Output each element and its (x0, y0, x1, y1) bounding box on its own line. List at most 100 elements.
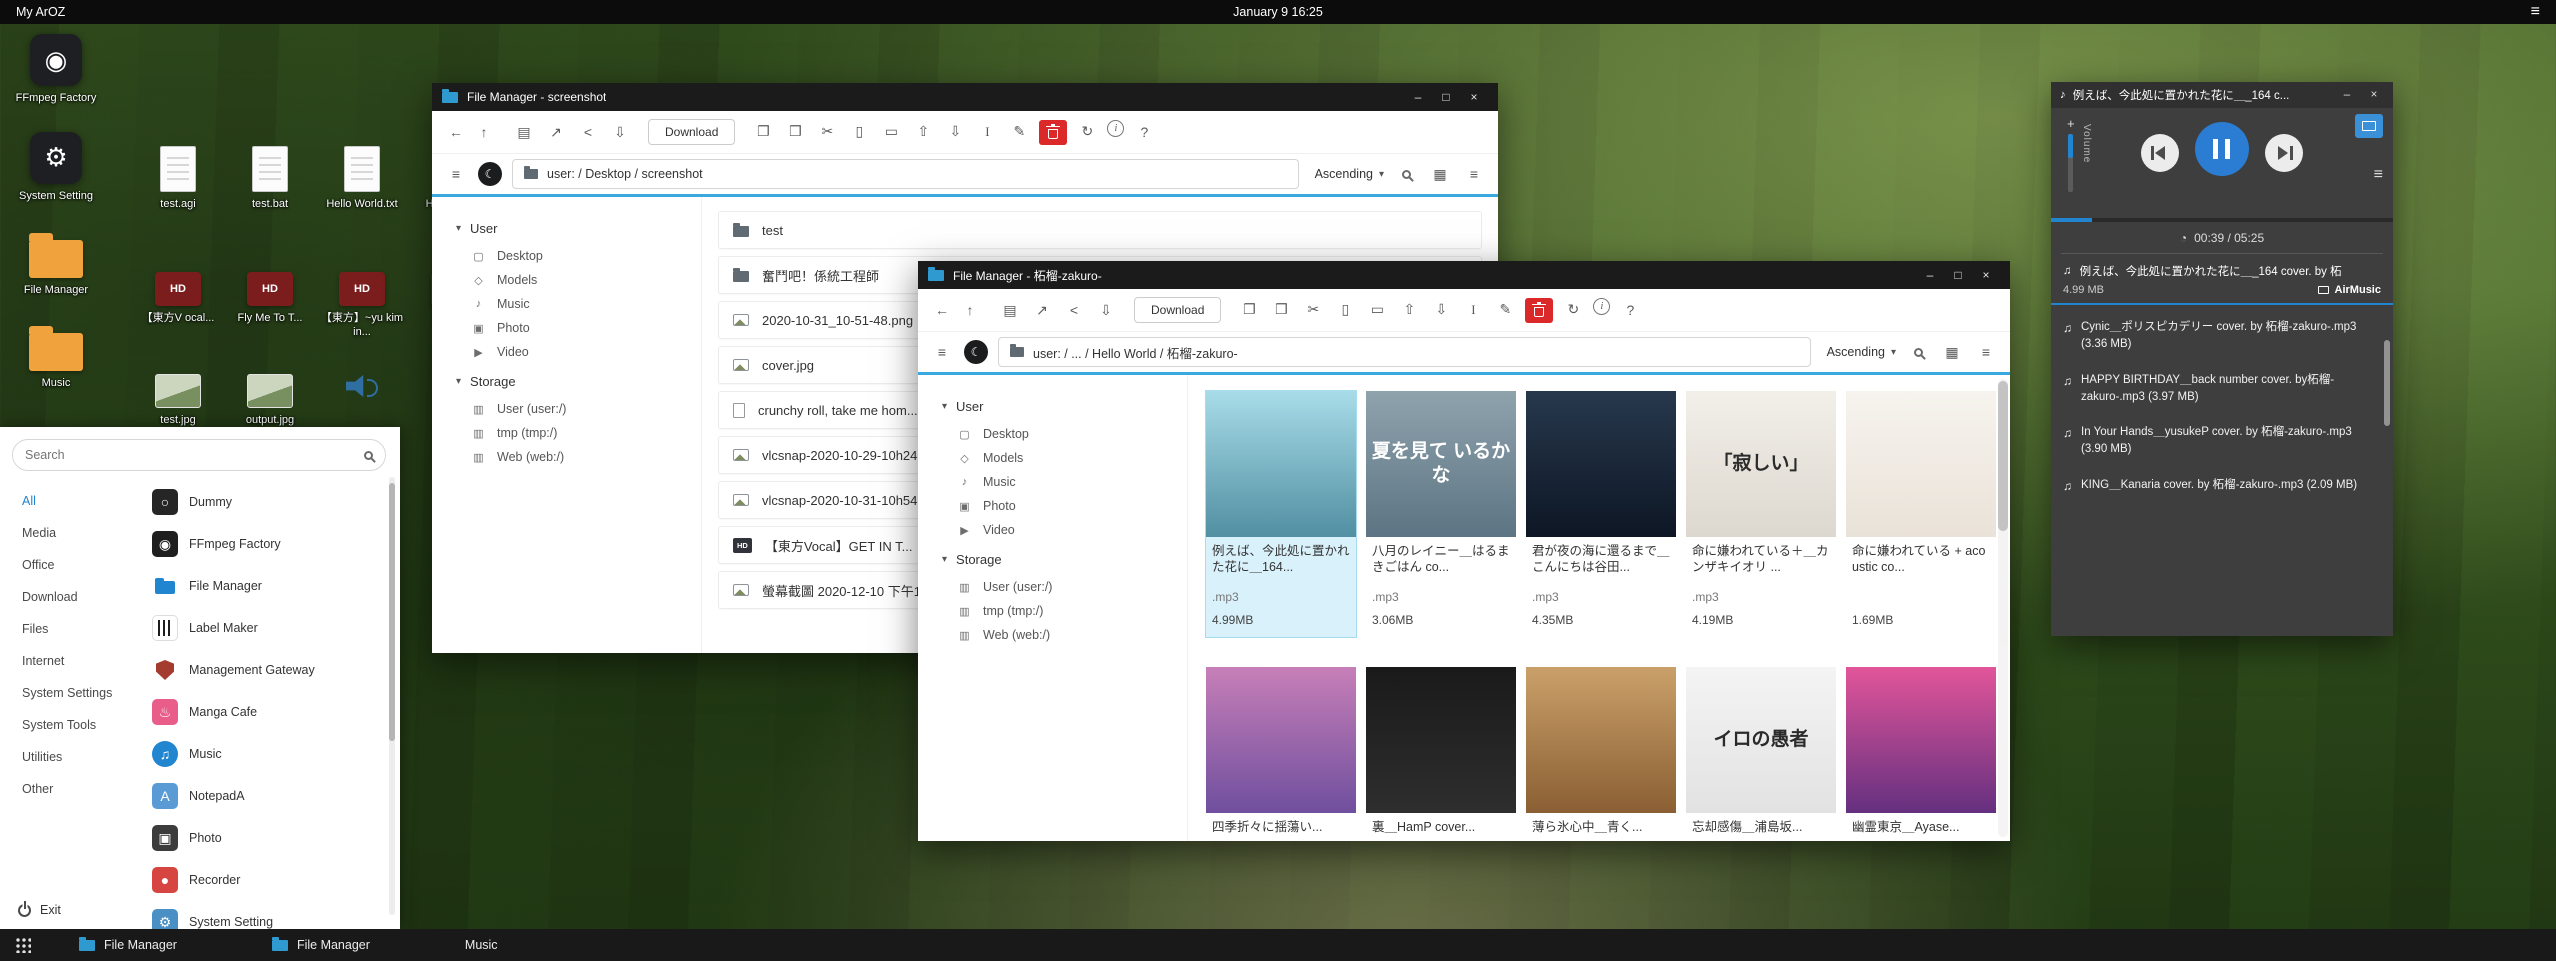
sidebar-item[interactable]: ▥ Web (web:/) (942, 623, 1187, 647)
desktop-icon[interactable]: test.jpg (136, 366, 220, 428)
sidebar-item[interactable]: ▣ Photo (942, 494, 1187, 518)
close-button[interactable]: × (2364, 89, 2384, 101)
grid-view-icon[interactable]: ▦ (1428, 162, 1452, 186)
upload-icon[interactable]: ⇧ (911, 120, 935, 144)
back-button[interactable]: ← (930, 298, 954, 322)
desktop-icon[interactable]: ⚙ System Setting (14, 132, 98, 204)
launcher-category[interactable]: System Settings (22, 677, 150, 709)
launcher-app[interactable]: A NotepadA (152, 775, 374, 817)
info-icon[interactable]: i (1107, 120, 1124, 137)
launcher-category[interactable]: Other (22, 773, 150, 805)
launcher-app[interactable]: ○ Dummy (152, 481, 374, 523)
copy-icon[interactable]: ❐ (1237, 298, 1261, 322)
launcher-app[interactable]: ♨ Manga Cafe (152, 691, 374, 733)
sidebar-item[interactable]: ▥ tmp (tmp:/) (456, 421, 701, 445)
share-icon[interactable]: < (1062, 298, 1086, 322)
download-file-icon[interactable]: ⇩ (1094, 298, 1118, 322)
cut-icon[interactable]: ✂ (815, 120, 839, 144)
file-tile[interactable]: 四季折々に揺蕩い... (1206, 667, 1356, 841)
sidebar-toggle-icon[interactable]: ≡ (444, 162, 468, 186)
file-tile[interactable]: 例えば、今此処に置かれた花に＿164... .mp3 4.99MB (1206, 391, 1356, 637)
launcher-scrollbar-thumb[interactable] (389, 483, 395, 741)
back-button[interactable]: ← (444, 120, 468, 144)
previous-track-button[interactable] (2141, 134, 2179, 172)
file-row[interactable]: test (718, 211, 1482, 249)
brand-menu[interactable]: My ArOZ (16, 5, 65, 19)
volume-slider[interactable]: + (2067, 116, 2075, 192)
maximize-button[interactable]: □ (1944, 268, 1972, 282)
launcher-app[interactable]: ♫ Music (152, 733, 374, 775)
sidebar-section-storage[interactable]: ▾ Storage (942, 552, 1187, 567)
paste-icon[interactable]: ❒ (1269, 298, 1293, 322)
sidebar-toggle-icon[interactable]: ≡ (930, 340, 954, 364)
sidebar-item[interactable]: ▢ Desktop (456, 244, 701, 268)
sidebar-section-user[interactable]: ▾ User (942, 399, 1187, 414)
sidebar-item[interactable]: ◇ Models (456, 268, 701, 292)
launcher-category[interactable]: Media (22, 517, 150, 549)
desktop-icon[interactable]: File Manager (14, 230, 98, 298)
launcher-app[interactable]: ▣ Photo (152, 817, 374, 859)
sidebar-item[interactable]: ▶ Video (456, 340, 701, 364)
file-tile[interactable]: 裏＿HamP cover... (1366, 667, 1516, 841)
search-icon[interactable] (1394, 162, 1418, 186)
address-bar[interactable]: user: / Desktop / screenshot (512, 159, 1299, 189)
search-box[interactable] (12, 439, 386, 471)
copy-icon[interactable]: ❐ (751, 120, 775, 144)
volume-up-icon[interactable]: + (2067, 116, 2075, 131)
trash-icon[interactable] (1525, 298, 1553, 323)
desktop-icon[interactable]: test.agi (136, 146, 220, 212)
sort-dropdown[interactable]: Ascending ▾ (1315, 167, 1384, 181)
sidebar-item[interactable]: ▣ Photo (456, 316, 701, 340)
file-tile[interactable]: 君が夜の海に還るまで＿こんにちは谷田... .mp3 4.35MB (1526, 391, 1676, 637)
help-icon[interactable]: ? (1132, 120, 1156, 144)
playlist-item[interactable]: ♫ Cynic＿ポリスピカデリー cover. by 柘榴-zakuro-.mp… (2063, 310, 2375, 363)
desktop-icon[interactable]: HD Fly Me To T... (228, 264, 312, 340)
open-external-icon[interactable]: ↗ (544, 120, 568, 144)
launcher-category[interactable]: Internet (22, 645, 150, 677)
playlist-menu-icon[interactable]: ≡ (2374, 166, 2383, 184)
info-icon[interactable]: i (1593, 298, 1610, 315)
sidebar-item[interactable]: ◇ Models (942, 446, 1187, 470)
playlist-item[interactable]: ♫ KING＿Kanaria cover. by 柘榴-zakuro-.mp3 … (2063, 468, 2375, 504)
share-icon[interactable]: < (576, 120, 600, 144)
edit-icon[interactable]: ✎ (1493, 298, 1517, 322)
desktop-icon[interactable]: Hello World.txt (320, 146, 404, 212)
sidebar-item[interactable]: ▥ tmp (tmp:/) (942, 599, 1187, 623)
file-tile[interactable]: 薄ら氷心中＿青く... (1526, 667, 1676, 841)
text-cursor-icon[interactable]: I (1461, 298, 1485, 322)
sidebar-item[interactable]: ▥ Web (web:/) (456, 445, 701, 469)
file-tile[interactable]: 幽霊東京＿Ayase... (1846, 667, 1996, 841)
file-tile[interactable]: 命に嫌われている + acoustic co... 1.69MB (1846, 391, 1996, 637)
upload-icon[interactable]: ⇧ (1397, 298, 1421, 322)
desktop-icon[interactable]: output.jpg (228, 366, 312, 428)
new-folder-icon[interactable]: ▭ (1365, 298, 1389, 322)
launcher-app[interactable]: Label Maker (152, 607, 374, 649)
window-titlebar[interactable]: File Manager - screenshot – □ × (432, 83, 1498, 111)
scrollbar-thumb[interactable] (2384, 340, 2390, 426)
paste-icon[interactable]: ❒ (783, 120, 807, 144)
sidebar-item[interactable]: ♪ Music (942, 470, 1187, 494)
sidebar-item[interactable]: ▶ Video (942, 518, 1187, 542)
file-tile[interactable]: 「寂しい」 命に嫌われている＋＿カンザキイオリ ... .mp3 4.19MB (1686, 391, 1836, 637)
refresh-icon[interactable]: ↻ (1561, 298, 1585, 322)
window-titlebar[interactable]: File Manager - 柘榴-zakuro- – □ × (918, 261, 2010, 289)
airmusic-badge[interactable]: AirMusic (2318, 284, 2381, 296)
pause-button[interactable] (2195, 122, 2249, 176)
scrollbar-thumb[interactable] (1998, 381, 2008, 531)
list-view-icon[interactable]: ≡ (1974, 340, 1998, 364)
new-file-icon[interactable]: ▯ (847, 120, 871, 144)
close-button[interactable]: × (1972, 268, 2000, 282)
launcher-category[interactable]: All (22, 485, 150, 517)
up-button[interactable]: ↑ (472, 120, 496, 144)
address-bar[interactable]: user: / ... / Hello World / 柘榴-zakuro- (998, 337, 1811, 367)
text-cursor-icon[interactable]: I (975, 120, 999, 144)
dark-mode-toggle[interactable]: ☾ (478, 162, 502, 186)
cut-icon[interactable]: ✂ (1301, 298, 1325, 322)
dark-mode-toggle[interactable]: ☾ (964, 340, 988, 364)
open-external-icon[interactable]: ↗ (1030, 298, 1054, 322)
download-icon[interactable]: ⇩ (943, 120, 967, 144)
exit-button[interactable]: Exit (18, 903, 61, 917)
sidebar-section-storage[interactable]: ▾ Storage (456, 374, 701, 389)
topbar-menu-icon[interactable]: ≡ (2531, 3, 2540, 21)
desktop-icon[interactable]: HD 【東方】~yu kimin... (320, 264, 404, 340)
